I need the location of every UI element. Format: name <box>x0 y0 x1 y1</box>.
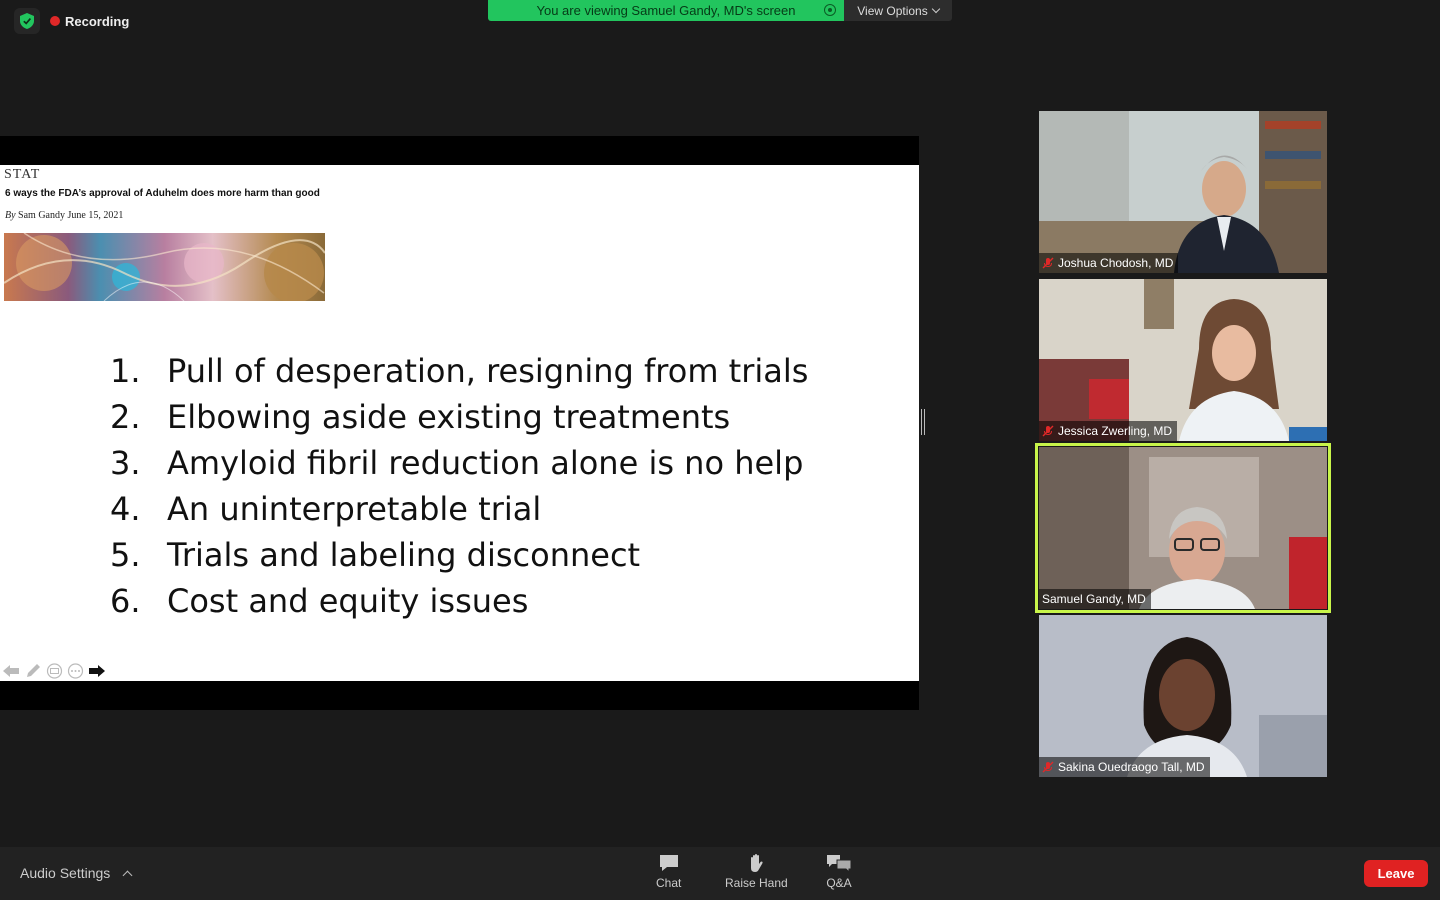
security-shield-icon[interactable] <box>14 8 40 34</box>
participant-video-tile[interactable]: Sakina Ouedraogo Tall, MD <box>1039 615 1327 777</box>
more-options-icon[interactable] <box>67 663 84 679</box>
raise-hand-label: Raise Hand <box>725 876 788 890</box>
point-number: 5. <box>110 536 141 574</box>
list-item: 2. Elbowing aside existing treatments <box>110 394 808 440</box>
arrow-left-icon[interactable] <box>2 663 20 679</box>
article-byline: By Sam Gandy June 15, 2021 <box>5 210 123 221</box>
leave-button[interactable]: Leave <box>1364 860 1428 887</box>
list-item: 1. Pull of desperation, resigning from tr… <box>110 348 808 394</box>
list-item: 6. Cost and equity issues <box>110 578 808 624</box>
participant-name-tag: Jessica Zwerling, MD <box>1039 421 1178 441</box>
point-text: Pull of desperation, resigning from tria… <box>167 352 809 390</box>
participant-video-tile[interactable]: Joshua Chodosh, MD <box>1039 111 1327 273</box>
list-item: 3. Amyloid fibril reduction alone is no h… <box>110 440 808 486</box>
participant-name: Samuel Gandy, MD <box>1042 592 1146 606</box>
point-number: 3. <box>110 444 141 482</box>
chat-button[interactable]: Chat <box>656 853 681 890</box>
byline-prefix: By <box>5 210 16 221</box>
pen-icon[interactable] <box>24 663 42 679</box>
audio-settings-button[interactable]: Audio Settings <box>20 865 133 881</box>
byline-author-date: Sam Gandy June 15, 2021 <box>18 210 124 221</box>
muted-mic-icon <box>1042 257 1054 269</box>
point-text: Trials and labeling disconnect <box>167 536 641 574</box>
point-text: An uninterpretable trial <box>167 490 542 528</box>
participant-name-tag: Joshua Chodosh, MD <box>1039 253 1179 273</box>
qa-label: Q&A <box>826 876 852 890</box>
qa-button[interactable]: Q&A <box>826 853 852 890</box>
muted-mic-icon <box>1042 425 1054 437</box>
split-resize-handle[interactable] <box>921 409 925 435</box>
point-number: 4. <box>110 490 141 528</box>
chevron-down-icon <box>931 4 940 14</box>
list-item: 4. An uninterpretable trial <box>110 486 808 532</box>
point-number: 1. <box>110 352 141 390</box>
participant-name: Jessica Zwerling, MD <box>1058 424 1173 438</box>
slide-thumbnails-icon[interactable] <box>46 663 63 679</box>
participant-name-tag: Samuel Gandy, MD <box>1039 589 1151 609</box>
participant-video-tile[interactable]: Jessica Zwerling, MD <box>1039 279 1327 441</box>
point-text: Elbowing aside existing treatments <box>167 398 731 436</box>
participant-name: Sakina Ouedraogo Tall, MD <box>1058 760 1205 774</box>
point-number: 6. <box>110 582 141 620</box>
raise-hand-icon <box>751 854 763 872</box>
slide-navigation-toolbar <box>2 663 106 679</box>
qa-icon <box>827 855 852 873</box>
raise-hand-button[interactable]: Raise Hand <box>725 853 788 890</box>
shared-screen: STAT 6 ways the FDA’s approval of Aduhel… <box>0 136 919 710</box>
audio-settings-label: Audio Settings <box>20 865 111 881</box>
point-text: Cost and equity issues <box>167 582 529 620</box>
screen-share-status-icon <box>824 4 836 16</box>
arrow-right-icon[interactable] <box>88 663 106 679</box>
participant-name-tag: Sakina Ouedraogo Tall, MD <box>1039 757 1210 777</box>
record-dot-icon <box>50 16 60 26</box>
participant-video <box>1039 447 1327 609</box>
list-item: 5. Trials and labeling disconnect <box>110 532 808 578</box>
slide-points-list: 1. Pull of desperation, resigning from tr… <box>110 348 808 624</box>
viewing-screen-banner: You are viewing Samuel Gandy, MD's scree… <box>488 0 844 21</box>
participant-video <box>1039 615 1327 777</box>
active-speaker-video-tile[interactable]: Samuel Gandy, MD <box>1035 443 1331 613</box>
stat-logo: STAT <box>4 167 41 182</box>
muted-mic-icon <box>1042 761 1054 773</box>
participant-name: Joshua Chodosh, MD <box>1058 256 1174 270</box>
view-options-label: View Options <box>857 3 928 18</box>
chat-icon <box>659 855 678 871</box>
point-number: 2. <box>110 398 141 436</box>
viewing-banner-text: You are viewing Samuel Gandy, MD's scree… <box>536 3 796 18</box>
meeting-controls-bar: Audio Settings Chat Raise Hand Q&A Leave <box>0 847 1440 900</box>
recording-indicator[interactable]: Recording <box>50 12 129 30</box>
view-options-button[interactable]: View Options <box>844 0 952 21</box>
recording-label: Recording <box>65 13 130 29</box>
presentation-slide: STAT 6 ways the FDA’s approval of Aduhel… <box>0 165 919 681</box>
article-image <box>4 233 325 301</box>
chevron-up-icon[interactable] <box>122 870 133 880</box>
participant-video <box>1039 111 1327 273</box>
participant-video <box>1039 279 1327 441</box>
article-headline: 6 ways the FDA’s approval of Aduhelm doe… <box>5 188 320 199</box>
chat-label: Chat <box>656 876 682 890</box>
point-text: Amyloid fibril reduction alone is no hel… <box>167 444 804 482</box>
